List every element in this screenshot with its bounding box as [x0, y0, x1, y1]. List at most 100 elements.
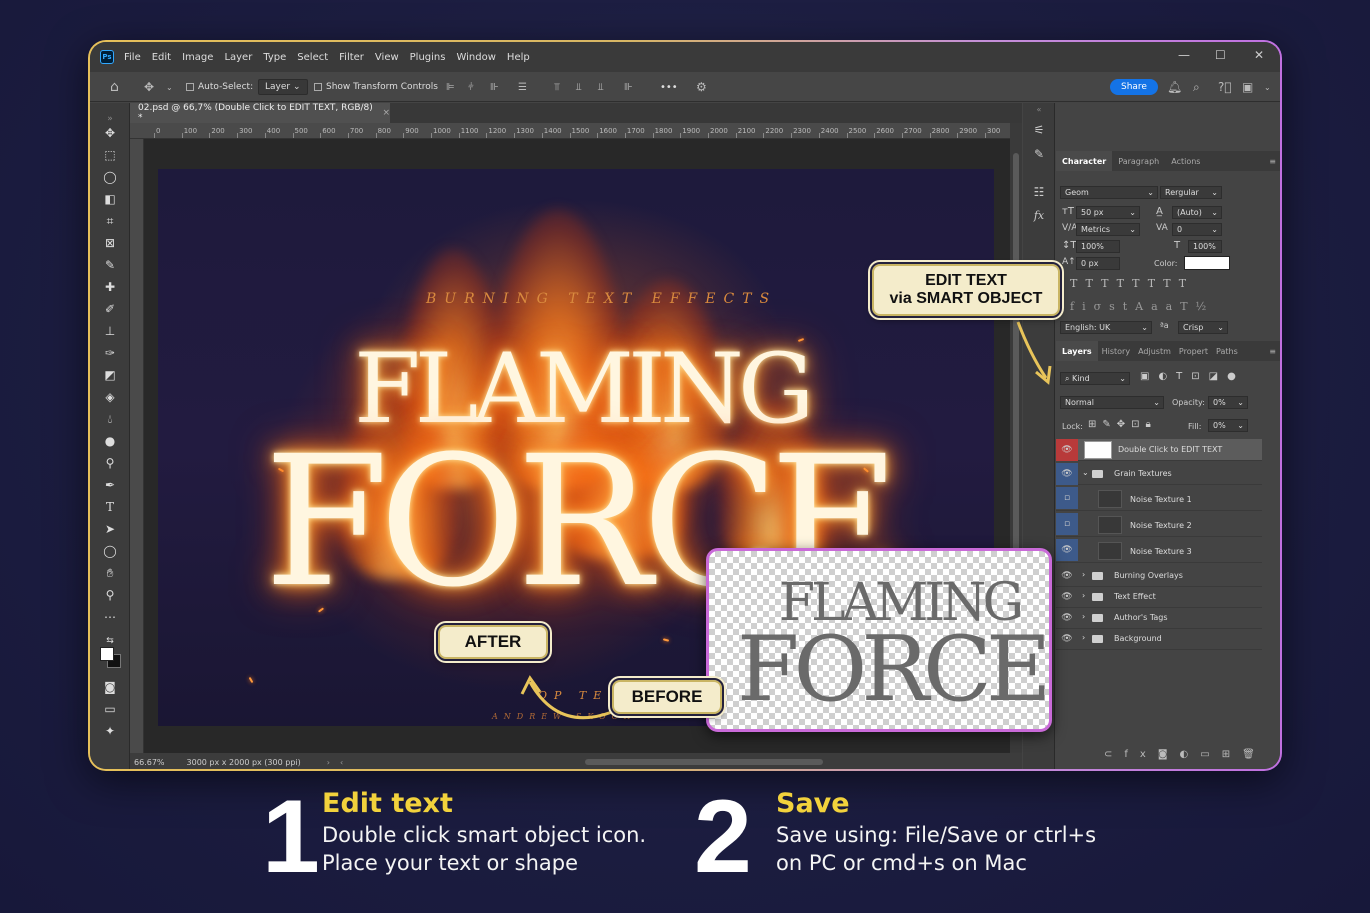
more-options-icon[interactable]: •••	[660, 72, 678, 102]
move-tool-icon[interactable]: ✥	[144, 72, 154, 102]
layer-row-group[interactable]: 👁︎ › Text Effect	[1056, 586, 1262, 608]
brush-tool-icon[interactable]: ✐	[102, 301, 118, 317]
eye-icon[interactable]: 👁︎	[1056, 539, 1078, 561]
opacity-field[interactable]: 0% ⌄	[1208, 396, 1248, 409]
language-select[interactable]: English: UK ⌄	[1060, 321, 1152, 334]
chevron-down-icon[interactable]: ⌄	[1082, 468, 1089, 477]
zoom-lens-icon[interactable]: ⚲	[102, 455, 118, 471]
eye-off-icon[interactable]: ▫	[1056, 513, 1078, 535]
object-select-tool-icon[interactable]: ◧	[102, 191, 118, 207]
more-tools-icon[interactable]: ⋯	[102, 609, 118, 625]
menu-filter[interactable]: Filter	[339, 52, 364, 63]
hand-tool-icon[interactable]: ✋︎	[102, 565, 118, 581]
tab-layers[interactable]: Layers	[1056, 341, 1098, 361]
panel-menu-icon[interactable]: ≡	[1269, 157, 1276, 166]
ellipse-tool-icon[interactable]: ◯	[102, 543, 118, 559]
marquee-tool-icon[interactable]: ⬚	[102, 147, 118, 163]
chevron-down-icon[interactable]: ⌄	[166, 72, 173, 102]
menu-view[interactable]: View	[375, 52, 399, 63]
lasso-tool-icon[interactable]: ◯	[102, 169, 118, 185]
auto-select-checkbox[interactable]: Auto-Select:	[186, 72, 253, 102]
align-right-icon[interactable]: ⊪	[490, 72, 499, 102]
font-size-field[interactable]: 50 px ⌄	[1076, 206, 1140, 219]
bell-icon[interactable]: 🔔︎	[1167, 72, 1182, 102]
chevron-right-icon[interactable]: ›	[327, 758, 330, 767]
lock-icons[interactable]: ⊞✎✥⊡🔒︎	[1088, 419, 1157, 430]
history-brush-icon[interactable]: ✑	[102, 345, 118, 361]
swatches-icon[interactable]: ☷	[1031, 185, 1047, 201]
eye-icon[interactable]: 👁︎	[1056, 628, 1078, 650]
search-icon[interactable]: ⌕	[1193, 72, 1200, 102]
close-icon[interactable]: ×	[382, 108, 390, 118]
layer-row[interactable]: ▫ Noise Texture 1	[1056, 487, 1262, 511]
layer-row-group[interactable]: 👁︎ ⌄ Grain Textures	[1056, 463, 1262, 485]
tab-adjustments[interactable]: Adjustm	[1134, 341, 1175, 361]
distribute-icon[interactable]: ☰	[518, 72, 527, 102]
tracking-field[interactable]: 0 ⌄	[1172, 223, 1222, 236]
layer-row-smart-object[interactable]: 👁︎ Double Click to EDIT TEXT	[1056, 439, 1262, 461]
chevron-down-icon[interactable]: ⌄	[1264, 72, 1271, 102]
quick-mask-icon[interactable]: ◙	[102, 679, 118, 695]
menu-help[interactable]: Help	[507, 52, 530, 63]
home-icon[interactable]: ⌂	[110, 72, 119, 102]
layer-kind-filter[interactable]: ⌕ Kind ⌄	[1060, 372, 1130, 385]
checkbox-box[interactable]	[186, 83, 194, 91]
fx-icon[interactable]: fx	[1031, 209, 1047, 225]
auto-select-value[interactable]: Layer ⌄	[258, 79, 308, 95]
type-tool-icon[interactable]: T	[102, 499, 118, 515]
distribute-vertical-icon[interactable]: ⊪	[624, 72, 633, 102]
fill-field[interactable]: 0% ⌄	[1208, 419, 1248, 432]
eye-icon[interactable]: 👁︎	[1056, 463, 1078, 485]
auto-select-dropdown[interactable]: Layer ⌄	[258, 72, 308, 102]
leading-field[interactable]: (Auto) ⌄	[1172, 206, 1222, 219]
minimize-button[interactable]: —	[1178, 48, 1190, 62]
chevron-left-icon[interactable]: ‹	[340, 758, 343, 767]
kerning-field[interactable]: Metrics ⌄	[1076, 223, 1140, 236]
frame-tool-icon[interactable]: ⊠	[102, 235, 118, 251]
collapse-icon[interactable]: «	[1031, 105, 1047, 121]
blur-tool-icon[interactable]: 💧︎	[102, 411, 118, 427]
layer-row-group[interactable]: 👁︎ › Background	[1056, 628, 1262, 650]
text-color-swatch[interactable]	[1184, 256, 1230, 270]
layer-row-group[interactable]: 👁︎ › Burning Overlays	[1056, 565, 1262, 587]
chevron-right-icon[interactable]: ›	[1082, 612, 1085, 621]
tab-character[interactable]: Character	[1056, 151, 1113, 171]
document-tab[interactable]: 02.psd @ 66,7% (Double Click to EDIT TEX…	[130, 103, 390, 123]
pen-tool-icon[interactable]: ✒	[102, 477, 118, 493]
tab-actions[interactable]: Actions	[1165, 151, 1206, 171]
layer-row[interactable]: ▫ Noise Texture 2	[1056, 513, 1262, 537]
align-top-icon[interactable]: ⫪	[554, 72, 560, 102]
paint-bucket-icon[interactable]: ◈	[102, 389, 118, 405]
eraser-tool-icon[interactable]: ◩	[102, 367, 118, 383]
gear-icon[interactable]: ⚙	[696, 72, 707, 102]
eye-icon[interactable]: 👁︎	[1056, 586, 1078, 608]
generative-fill-icon[interactable]: ✦	[102, 723, 118, 739]
foreground-color-swatch[interactable]	[100, 647, 114, 661]
crop-tool-icon[interactable]: ⌗	[102, 213, 118, 229]
menu-image[interactable]: Image	[182, 52, 213, 63]
eye-icon[interactable]: 👁︎	[1056, 607, 1078, 629]
layer-row-group[interactable]: 👁︎ › Author's Tags	[1056, 607, 1262, 629]
align-middle-icon[interactable]: ⫫	[576, 72, 582, 102]
font-family-select[interactable]: Geom ⌄	[1060, 186, 1158, 199]
align-center-icon[interactable]: ⫩	[468, 72, 474, 102]
menu-select[interactable]: Select	[297, 52, 328, 63]
menu-plugins[interactable]: Plugins	[410, 52, 446, 63]
menu-edit[interactable]: Edit	[152, 52, 171, 63]
menu-layer[interactable]: Layer	[224, 52, 252, 63]
screen-mode-icon[interactable]: ▭	[102, 701, 118, 717]
antialias-select[interactable]: Crisp ⌄	[1178, 321, 1228, 334]
zoom-tool-icon[interactable]: ⚲	[102, 587, 118, 603]
stamp-tool-icon[interactable]: ⊥	[102, 323, 118, 339]
blend-mode-select[interactable]: Normal ⌄	[1060, 396, 1164, 409]
close-window-button[interactable]: ✕	[1254, 48, 1264, 62]
tab-paths[interactable]: Paths	[1212, 341, 1242, 361]
font-style-select[interactable]: Rergular ⌄	[1160, 186, 1222, 199]
checkbox-box[interactable]	[314, 83, 322, 91]
menu-window[interactable]: Window	[456, 52, 495, 63]
maximize-button[interactable]: ☐	[1215, 48, 1226, 62]
move-tool-icon[interactable]: ✥	[102, 125, 118, 141]
vertical-scale-field[interactable]: 100%	[1076, 240, 1120, 253]
tab-paragraph[interactable]: Paragraph	[1112, 151, 1165, 171]
chevron-right-icon[interactable]: ›	[1082, 570, 1085, 579]
